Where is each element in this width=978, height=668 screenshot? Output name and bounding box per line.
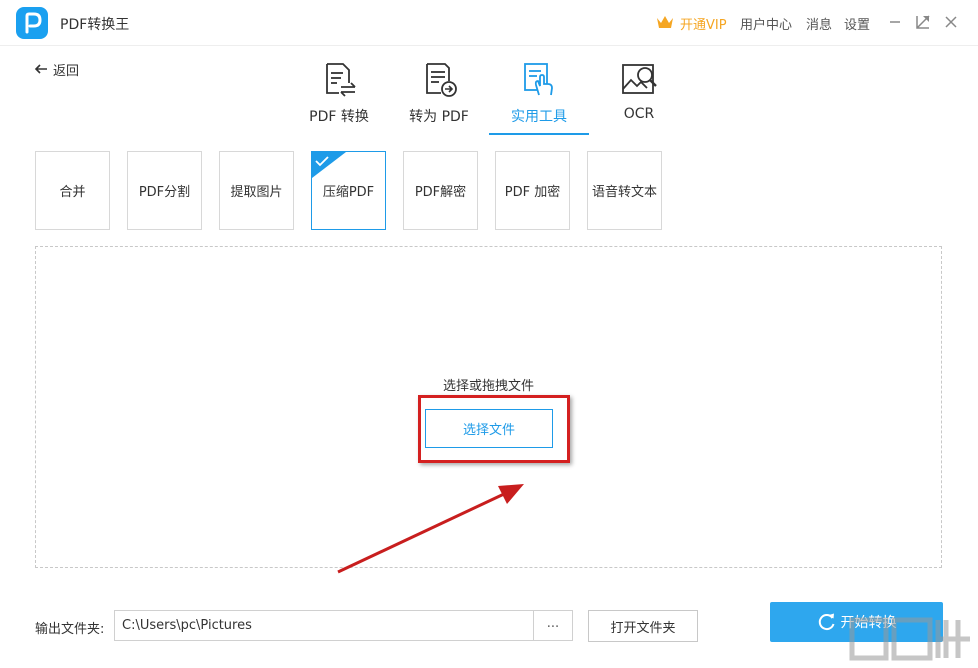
settings-link[interactable]: 设置 <box>844 14 870 33</box>
tool-pdf-decrypt[interactable]: PDF解密 <box>403 151 478 230</box>
user-center-link[interactable]: 用户中心 <box>740 14 792 33</box>
annotation-arrow-icon <box>337 484 524 574</box>
tool-speech-to-text[interactable]: 语音转文本 <box>587 151 662 230</box>
back-label: 返回 <box>53 63 80 79</box>
ocr-icon <box>622 64 657 94</box>
vip-link[interactable]: 开通VIP <box>680 14 727 33</box>
tab-label: 实用工具 <box>511 109 567 125</box>
pdf-convert-icon <box>326 63 356 97</box>
checkmark-icon <box>312 152 346 178</box>
file-drop-zone[interactable]: 选择或拖拽文件 选择文件 <box>35 246 942 574</box>
arrow-left-icon <box>34 64 47 74</box>
tab-pdf-convert[interactable]: PDF 转换 <box>289 55 389 135</box>
restore-icon[interactable] <box>914 13 932 31</box>
app-logo <box>16 7 48 39</box>
to-pdf-icon <box>426 63 457 97</box>
output-folder-label: 输出文件夹: <box>35 622 105 637</box>
app-title: PDF转换王 <box>60 17 130 33</box>
tab-to-pdf[interactable]: 转为 PDF <box>389 55 489 135</box>
tool-label: PDF分割 <box>138 185 191 200</box>
tool-label: PDF 加密 <box>504 185 561 200</box>
minimize-icon[interactable] <box>886 13 904 31</box>
tool-compress-pdf[interactable]: 压缩PDF <box>311 151 386 230</box>
tool-pdf-split[interactable]: PDF分割 <box>127 151 202 230</box>
title-bar: PDF转换王 开通VIP 用户中心 消息 设置 <box>0 0 978 46</box>
app-window: PDF转换王 开通VIP 用户中心 消息 设置 返回 PDF 转换 转为 PDF… <box>0 0 978 668</box>
messages-link[interactable]: 消息 <box>806 14 832 33</box>
tool-pdf-encrypt[interactable]: PDF 加密 <box>495 151 570 230</box>
tool-label: 合并 <box>59 185 86 200</box>
tool-label: 压缩PDF <box>322 185 375 200</box>
drop-hint: 选择或拖拽文件 <box>442 379 534 394</box>
select-file-button[interactable]: 选择文件 <box>425 409 553 448</box>
browse-button[interactable]: ... <box>533 611 572 640</box>
tab-label: PDF 转换 <box>309 109 369 125</box>
watermark-logo <box>849 617 970 661</box>
tab-ocr[interactable]: OCR <box>589 55 689 135</box>
tab-label: OCR <box>623 106 655 122</box>
close-icon[interactable] <box>942 13 960 31</box>
tab-label: 转为 PDF <box>409 109 469 125</box>
output-path-field[interactable]: C:\Users\pc\Pictures <box>114 610 573 641</box>
tool-extract-images[interactable]: 提取图片 <box>219 151 294 230</box>
tab-tools[interactable]: 实用工具 <box>489 55 589 135</box>
tool-label: PDF解密 <box>414 185 467 200</box>
tool-merge[interactable]: 合并 <box>35 151 110 230</box>
open-folder-button[interactable]: 打开文件夹 <box>588 610 698 642</box>
active-tab-indicator <box>489 133 589 135</box>
tool-label: 提取图片 <box>230 185 283 200</box>
refresh-icon <box>818 613 834 631</box>
crown-icon <box>657 16 673 28</box>
back-button[interactable]: 返回 <box>34 60 80 79</box>
tool-label: 语音转文本 <box>591 185 657 200</box>
tools-icon <box>524 63 553 96</box>
